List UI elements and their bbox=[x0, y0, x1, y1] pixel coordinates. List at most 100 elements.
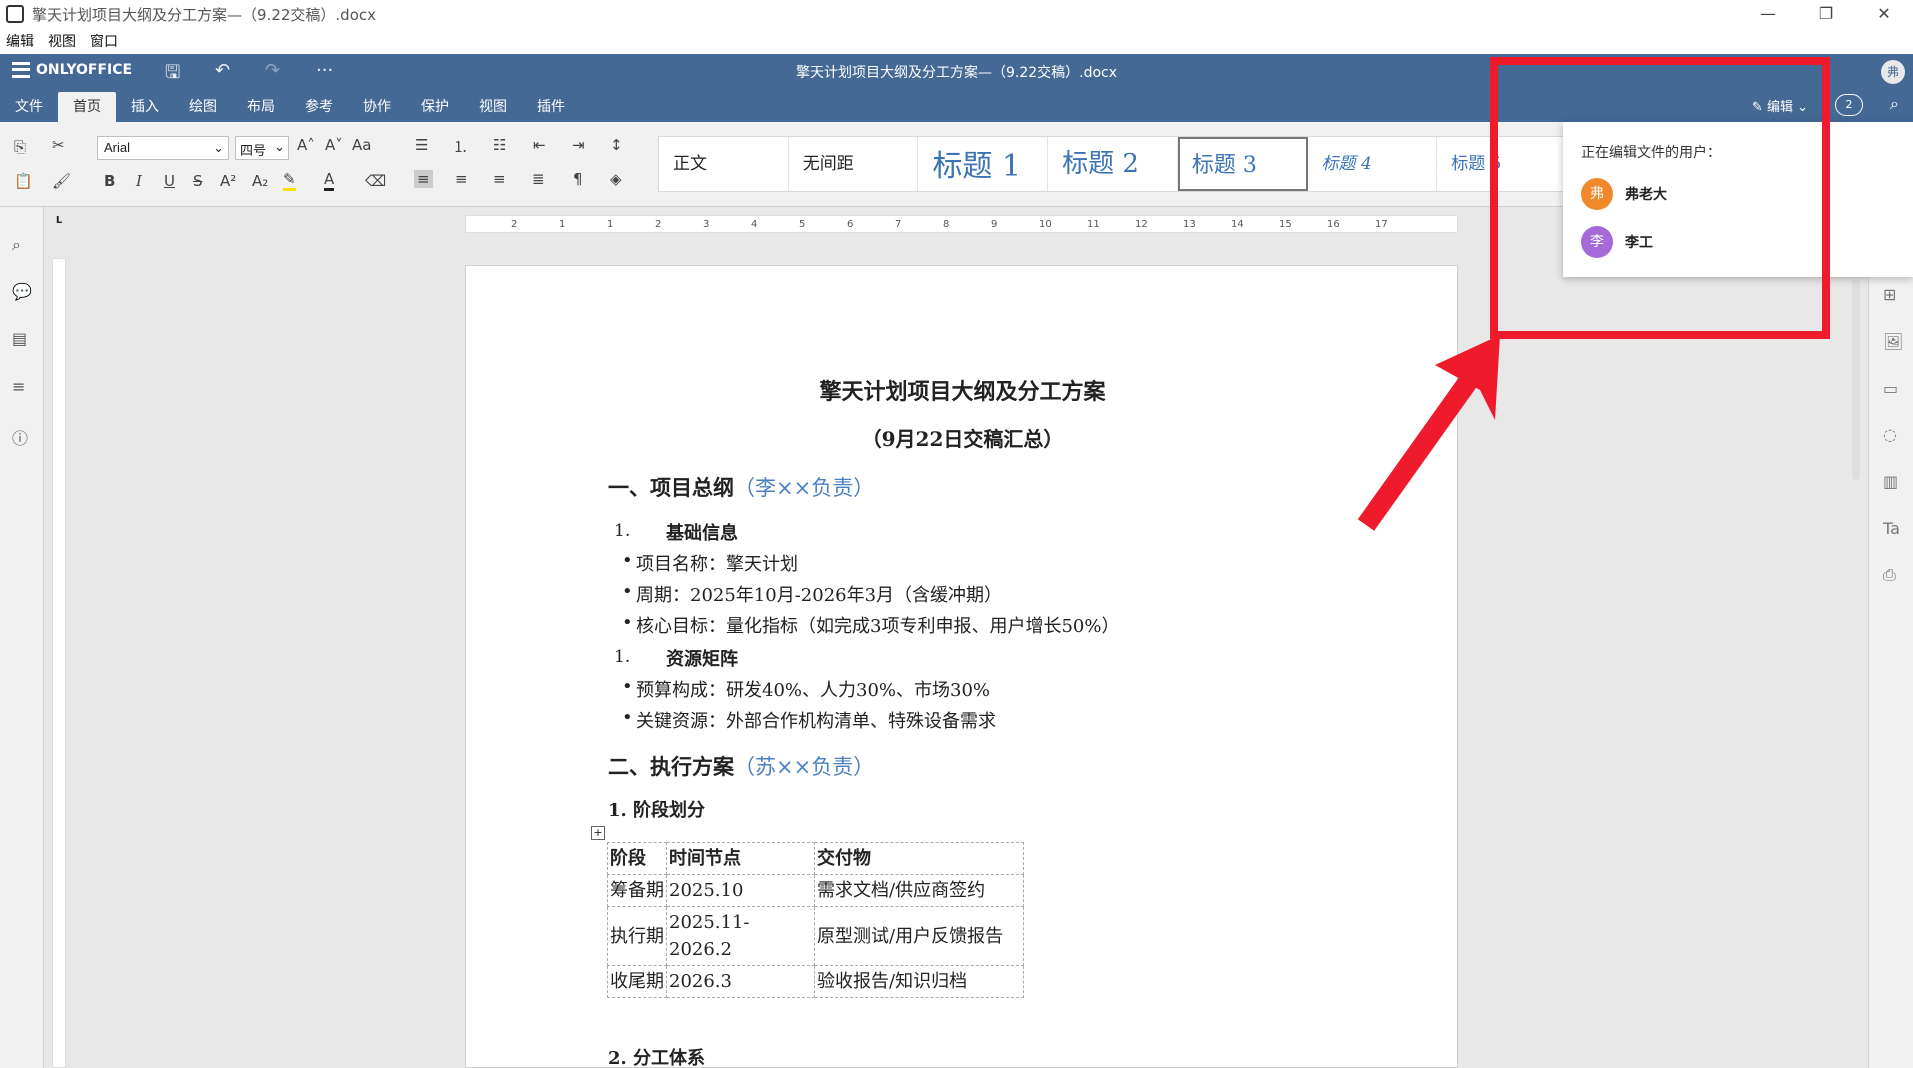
font-color-icon[interactable]: A bbox=[324, 170, 335, 191]
line-spacing-icon[interactable]: ↕ bbox=[610, 136, 623, 154]
tab-draw[interactable]: 绘图 bbox=[174, 92, 232, 122]
tab-layout[interactable]: 布局 bbox=[232, 92, 290, 122]
bullet-list-icon[interactable]: ☰ bbox=[415, 136, 428, 154]
strikethrough-icon[interactable]: S bbox=[193, 172, 203, 190]
style-heading-1[interactable]: 标题 1 bbox=[918, 137, 1049, 191]
paragraph-mark-icon[interactable]: ¶ bbox=[573, 170, 583, 188]
numbered-list-icon[interactable]: ⒈ bbox=[453, 136, 468, 157]
comments-icon[interactable]: 💬 bbox=[12, 282, 32, 301]
ruler-tick-label: 15 bbox=[1279, 219, 1292, 230]
tab-home[interactable]: 首页 bbox=[58, 92, 116, 122]
list-number: 1. bbox=[614, 647, 631, 667]
minimize-button[interactable]: — bbox=[1739, 0, 1797, 28]
style-heading-2[interactable]: 标题 2 bbox=[1048, 137, 1178, 191]
increase-indent-icon[interactable]: ⇥ bbox=[572, 136, 585, 154]
align-center-icon[interactable]: ≡ bbox=[455, 170, 468, 188]
superscript-icon[interactable]: A² bbox=[220, 172, 236, 190]
table-header-cell[interactable]: 交付物 bbox=[814, 842, 1024, 875]
table-cell[interactable]: 2025.10 bbox=[666, 874, 815, 907]
shading-icon[interactable]: ◈ bbox=[610, 170, 622, 188]
list-item: 项目名称：擎天计划 bbox=[622, 550, 798, 576]
font-family-select[interactable]: Arial ⌄ bbox=[97, 136, 229, 160]
table-cell[interactable]: 2025.11-2026.2 bbox=[666, 906, 815, 966]
tab-insert[interactable]: 插入 bbox=[116, 92, 174, 122]
decrease-font-icon[interactable]: A˅ bbox=[325, 136, 343, 154]
bold-icon[interactable]: B bbox=[104, 172, 115, 190]
style-no-spacing[interactable]: 无间距 bbox=[789, 137, 919, 191]
document-subtitle: （9月22日交稿汇总） bbox=[861, 427, 1064, 451]
tab-collaboration[interactable]: 协作 bbox=[348, 92, 406, 122]
vertical-scrollbar[interactable] bbox=[1852, 280, 1860, 480]
change-case-icon[interactable]: Aa bbox=[352, 136, 371, 154]
tab-references[interactable]: 参考 bbox=[290, 92, 348, 122]
style-heading-4[interactable]: 标题 4 bbox=[1308, 137, 1438, 191]
table-header-cell[interactable]: 阶段 bbox=[607, 842, 667, 875]
restore-button[interactable]: ❐ bbox=[1797, 0, 1855, 28]
align-right-icon[interactable]: ≡ bbox=[493, 170, 506, 188]
tab-view[interactable]: 视图 bbox=[464, 92, 522, 122]
tab-file[interactable]: 文件 bbox=[0, 92, 58, 122]
format-painter-icon[interactable]: 🖌 bbox=[52, 172, 71, 190]
table-cell[interactable]: 需求文档/供应商签约 bbox=[814, 874, 1024, 907]
table-cell[interactable]: 执行期 bbox=[607, 906, 667, 966]
table-settings-icon[interactable]: ⊞ bbox=[1883, 285, 1896, 304]
tab-plugins[interactable]: 插件 bbox=[522, 92, 580, 122]
search-icon[interactable]: ⌕ bbox=[1890, 94, 1899, 114]
multilevel-list-icon[interactable]: ☷ bbox=[493, 136, 506, 154]
tab-protection[interactable]: 保护 bbox=[406, 92, 464, 122]
textart-settings-icon[interactable]: Ta bbox=[1883, 519, 1900, 538]
table-row: 筹备期 2025.10 需求文档/供应商签约 bbox=[607, 874, 1024, 907]
clear-format-icon[interactable]: ⌫ bbox=[365, 172, 386, 190]
paste-icon[interactable]: 📋 bbox=[14, 172, 33, 190]
header-footer-icon[interactable]: ▭ bbox=[1883, 379, 1898, 398]
phase-table[interactable]: 阶段 时间节点 交付物 筹备期 2025.10 需求文档/供应商签约 执行期 2… bbox=[607, 842, 1024, 998]
table-row: 执行期 2025.11-2026.2 原型测试/用户反馈报告 bbox=[607, 906, 1024, 966]
style-heading-3[interactable]: 标题 3 bbox=[1177, 137, 1308, 191]
co-editing-users-button[interactable]: 2 bbox=[1835, 94, 1863, 116]
table-cell[interactable]: 收尾期 bbox=[607, 965, 667, 998]
style-normal[interactable]: 正文 bbox=[659, 137, 789, 191]
image-settings-icon[interactable]: 🖼 bbox=[1883, 332, 1903, 351]
copy-icon[interactable]: ⎘ bbox=[14, 138, 26, 156]
justify-icon[interactable]: ≣ bbox=[532, 170, 545, 188]
highlight-icon[interactable]: ✎ bbox=[283, 170, 296, 191]
search-icon[interactable]: ⌕ bbox=[12, 235, 21, 255]
font-size-select[interactable]: 四号 ⌄ bbox=[235, 136, 289, 160]
vertical-ruler[interactable] bbox=[52, 258, 66, 1068]
document-page[interactable]: 擎天计划项目大纲及分工方案 （9月22日交稿汇总） 一、项目总纲（李××负责） … bbox=[465, 265, 1458, 1068]
chevron-down-icon: ⌄ bbox=[213, 140, 224, 155]
table-cell[interactable]: 验收报告/知识归档 bbox=[814, 965, 1024, 998]
subsection-heading: 2. 分工体系 bbox=[608, 1048, 706, 1068]
highlight-box bbox=[1490, 57, 1830, 339]
ruler-tick-label: 5 bbox=[799, 219, 806, 230]
cut-icon[interactable]: ✂ bbox=[52, 136, 65, 154]
current-user-avatar[interactable]: 弗 bbox=[1881, 60, 1905, 84]
info-icon[interactable]: ⓘ bbox=[12, 425, 28, 449]
navigation-icon[interactable]: ≡ bbox=[12, 377, 25, 396]
shape-settings-icon[interactable]: ◌ bbox=[1883, 425, 1897, 444]
signature-settings-icon[interactable]: ⎙ bbox=[1883, 565, 1896, 585]
chat-icon[interactable]: ▤ bbox=[12, 329, 27, 348]
table-move-handle[interactable]: + bbox=[591, 826, 605, 840]
align-left-icon[interactable]: ≡ bbox=[414, 170, 433, 188]
menu-window[interactable]: 窗口 bbox=[84, 31, 126, 51]
tab-stop-selector[interactable]: L bbox=[52, 215, 66, 229]
ruler-tick-label: 2 bbox=[511, 219, 518, 230]
subscript-icon[interactable]: A₂ bbox=[252, 172, 268, 190]
table-header-cell[interactable]: 时间节点 bbox=[666, 842, 815, 875]
table-header-row: 阶段 时间节点 交付物 bbox=[607, 842, 1024, 875]
menu-view[interactable]: 视图 bbox=[42, 31, 84, 51]
underline-icon[interactable]: U bbox=[164, 172, 175, 190]
increase-font-icon[interactable]: A˄ bbox=[297, 136, 315, 154]
left-sidebar: ⌕ 💬 ▤ ≡ ⓘ bbox=[0, 207, 44, 1068]
decrease-indent-icon[interactable]: ⇤ bbox=[533, 136, 546, 154]
table-cell[interactable]: 2026.3 bbox=[666, 965, 815, 998]
close-button[interactable]: ✕ bbox=[1855, 0, 1913, 28]
menu-edit[interactable]: 编辑 bbox=[0, 31, 42, 51]
right-sidebar: ⊞ 🖼 ▭ ◌ ▥ Ta ⎙ bbox=[1868, 207, 1913, 1068]
table-cell[interactable]: 原型测试/用户反馈报告 bbox=[814, 906, 1024, 966]
chart-settings-icon[interactable]: ▥ bbox=[1883, 472, 1898, 491]
table-cell[interactable]: 筹备期 bbox=[607, 874, 667, 907]
italic-icon[interactable]: I bbox=[136, 172, 142, 190]
horizontal-ruler[interactable]: 2 1 1 2 3 4 5 6 7 8 9 10 11 12 13 14 15 16 17 bbox=[465, 215, 1458, 233]
